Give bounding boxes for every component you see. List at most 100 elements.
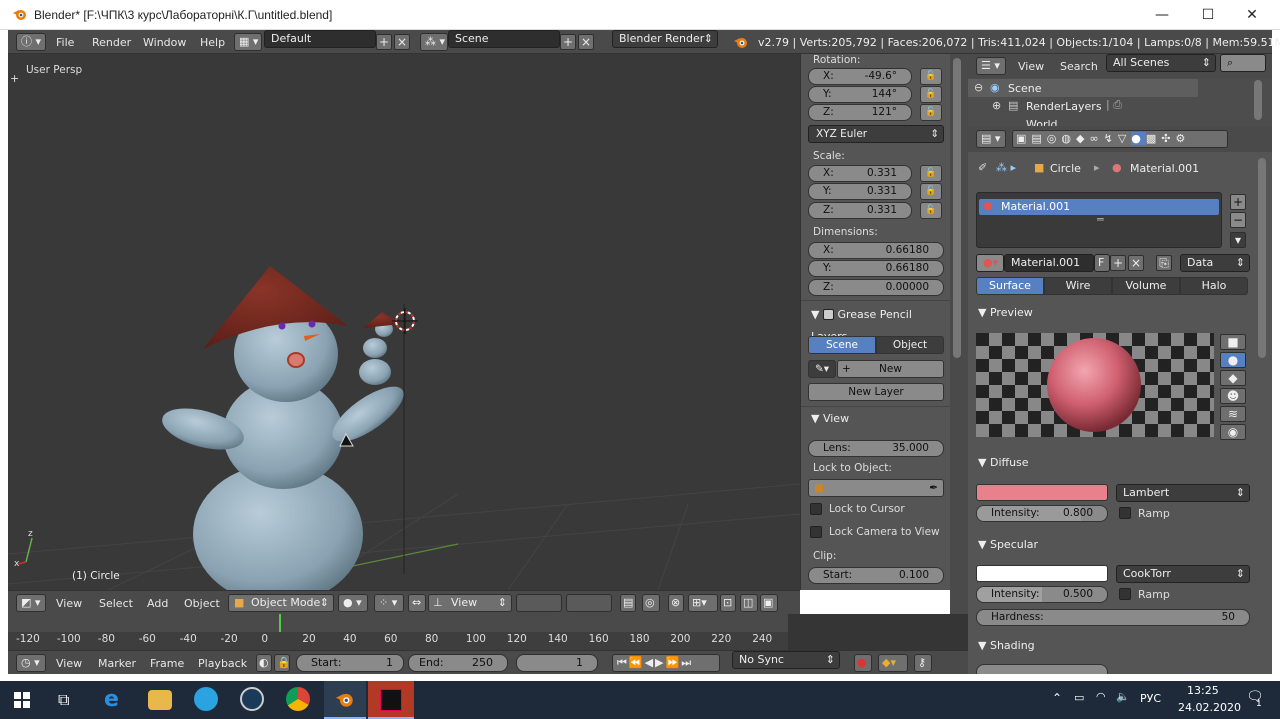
scene-remove-icon[interactable]: × — [578, 34, 594, 50]
scale-x-field[interactable]: X: 0.331 — [808, 165, 912, 182]
outliner-item-world[interactable]: World — [1026, 118, 1058, 126]
layout-remove-icon[interactable]: × — [394, 34, 410, 50]
clock-time[interactable]: 13:25 — [1187, 684, 1219, 697]
edge-browser-icon[interactable]: e — [104, 687, 119, 712]
proportional-edit-icon[interactable]: ◎ — [642, 594, 660, 612]
specular-section[interactable]: ▼ Specular — [968, 534, 1248, 556]
editor-type-timeline-icon[interactable]: ◷ ▾ — [16, 654, 46, 672]
material-name-field[interactable]: Material.001 — [1004, 254, 1094, 272]
slot-menu-icon[interactable]: ▾ — [1230, 232, 1246, 248]
gp-object-tab[interactable]: Object — [876, 336, 944, 354]
layout-grid-icon[interactable]: ▦ ▾ — [234, 33, 262, 51]
menu-help[interactable]: Help — [200, 36, 225, 49]
eyedropper-icon[interactable]: ✒ — [929, 480, 938, 496]
hardness-field[interactable]: Hardness: 50 — [976, 609, 1250, 626]
menu-file[interactable]: File — [56, 36, 74, 49]
3d-viewport[interactable]: x z + User Persp (1) Circle — [8, 54, 800, 590]
list-resize-handle[interactable]: ═ — [1097, 213, 1104, 226]
layers-grid-2[interactable] — [566, 594, 612, 612]
record-icon[interactable]: ● — [854, 654, 872, 672]
outliner-item-renderlayers[interactable]: RenderLayers — [1026, 100, 1102, 113]
diffuse-intensity-field[interactable]: Intensity: 0.800 — [976, 505, 1108, 522]
close-button[interactable]: ✕ — [1236, 4, 1268, 26]
task-view-icon[interactable]: ⧉ — [58, 690, 69, 710]
editor-type-info-icon[interactable]: ⓘ ▾ — [16, 33, 46, 51]
end-frame-field[interactable]: End: 250 — [408, 654, 508, 672]
rotation-x-field[interactable]: X: -49.6° — [808, 68, 912, 85]
keyframe-icon[interactable]: ⚷ — [914, 654, 932, 672]
tl-menu-frame[interactable]: Frame — [150, 657, 184, 670]
layout-add-icon[interactable]: + — [376, 34, 392, 50]
outliner-menu-view[interactable]: View — [1018, 60, 1044, 73]
outliner-scrollbar[interactable] — [1254, 80, 1262, 120]
outliner-item-scene[interactable]: Scene — [1008, 82, 1042, 95]
material-tab-icon[interactable]: ● — [1131, 132, 1146, 145]
keying-set-icon[interactable]: ◆▾ — [878, 654, 908, 672]
preview-hair-icon[interactable]: ≋ — [1220, 406, 1246, 422]
outliner-filter-select[interactable]: All Scenes ⇕ — [1106, 54, 1216, 72]
dimension-y-field[interactable]: Y: 0.66180 — [808, 260, 944, 277]
small-snowman-middle[interactable] — [363, 338, 387, 358]
tl-menu-view[interactable]: View — [56, 657, 82, 670]
manipulator-icon[interactable]: ⇔ — [408, 594, 426, 612]
clock-date[interactable]: 24.02.2020 — [1178, 701, 1241, 714]
expand-icon[interactable]: ⊕ — [992, 99, 1001, 112]
preview-sky-icon[interactable]: ◉ — [1220, 424, 1246, 440]
lock-cursor-checkbox[interactable] — [810, 503, 822, 515]
lock-icon[interactable]: 🔓 — [920, 104, 942, 121]
playback-controls[interactable]: ⏮⏪◀▶⏩⏭ — [612, 654, 720, 672]
telegram-icon[interactable] — [194, 687, 218, 711]
transform-orientation-select[interactable]: ⊥ View ⇕ — [428, 594, 512, 612]
preview-cube-icon[interactable]: ◆ — [1220, 370, 1246, 386]
property-context-tabs[interactable]: ▣▤◎◍◆∞↯▽●▩✣⚙ — [1012, 130, 1228, 148]
tab-volume[interactable]: Volume — [1112, 277, 1180, 295]
preview-range-icon[interactable]: ◐ — [256, 654, 272, 672]
lock-camera-checkbox[interactable] — [810, 526, 822, 538]
chrome-icon[interactable] — [286, 687, 310, 711]
battery-icon[interactable]: ▭ — [1074, 691, 1084, 704]
blender-taskbar-item[interactable] — [324, 681, 366, 719]
clip-start-field[interactable]: Start: 0.100 — [808, 567, 944, 584]
remove-slot-icon[interactable]: − — [1230, 212, 1246, 228]
preview-section[interactable]: ▼ Preview — [968, 302, 1248, 324]
material-copy-icon[interactable]: ⎘ — [1156, 255, 1172, 271]
grease-pencil-checkbox[interactable] — [822, 309, 834, 320]
vp-menu-view[interactable]: View — [56, 597, 82, 610]
snap-element-icon[interactable]: ⊞▾ — [688, 594, 718, 612]
fake-user-button[interactable]: F — [1094, 254, 1110, 272]
material-browse-icon[interactable]: ●▾ — [976, 254, 1004, 272]
add-slot-icon[interactable]: + — [1230, 194, 1246, 210]
lock-icon[interactable]: 🔓 — [920, 86, 942, 103]
menu-render[interactable]: Render — [92, 36, 131, 49]
lock-icon[interactable]: 🔓 — [920, 165, 942, 182]
tl-menu-playback[interactable]: Playback — [198, 657, 247, 670]
sync-mode-select[interactable]: No Sync ⇕ — [732, 651, 840, 669]
wifi-icon[interactable]: ◠ — [1096, 690, 1106, 703]
rotation-mode-select[interactable]: XYZ Euler ⇕ — [808, 125, 944, 143]
diffuse-section[interactable]: ▼ Diffuse — [968, 452, 1248, 474]
material-slot-list[interactable]: ● Material.001 ═ — [976, 192, 1222, 248]
lock-icon[interactable]: 🔓 — [920, 202, 942, 219]
tl-menu-marker[interactable]: Marker — [98, 657, 136, 670]
material-add-icon[interactable]: + — [1110, 255, 1126, 271]
scene-icon[interactable]: ⁂ ▾ — [420, 33, 448, 51]
material-link-select[interactable]: Data ⇕ — [1180, 254, 1250, 272]
rotation-y-field[interactable]: Y: 144° — [808, 86, 912, 103]
current-frame-field[interactable]: 1 — [516, 654, 598, 672]
windows-start-icon[interactable] — [14, 692, 30, 708]
specular-shader-select[interactable]: CookTorr ⇕ — [1116, 565, 1250, 583]
new-layer-button[interactable]: New Layer — [808, 383, 944, 401]
grease-pencil-section[interactable]: ▼ Grease Pencil Layers — [801, 304, 950, 343]
n-panel-scrollbar[interactable] — [953, 58, 961, 358]
tray-expand-icon[interactable]: ⌃ — [1052, 691, 1062, 705]
layers-grid-1[interactable] — [516, 594, 562, 612]
outliner-menu-search[interactable]: Search — [1060, 60, 1098, 73]
language-indicator[interactable]: РУС — [1140, 692, 1161, 705]
specular-ramp-checkbox[interactable] — [1119, 588, 1131, 600]
specular-intensity-field[interactable]: Intensity: 0.500 — [976, 586, 1108, 603]
toolshelf-toggle-icon[interactable]: + — [10, 72, 19, 85]
layout-select[interactable]: Default — [264, 30, 376, 48]
start-frame-field[interactable]: Start: 1 — [296, 654, 404, 672]
tab-surface[interactable]: Surface — [976, 277, 1044, 295]
vp-menu-add[interactable]: Add — [147, 597, 168, 610]
